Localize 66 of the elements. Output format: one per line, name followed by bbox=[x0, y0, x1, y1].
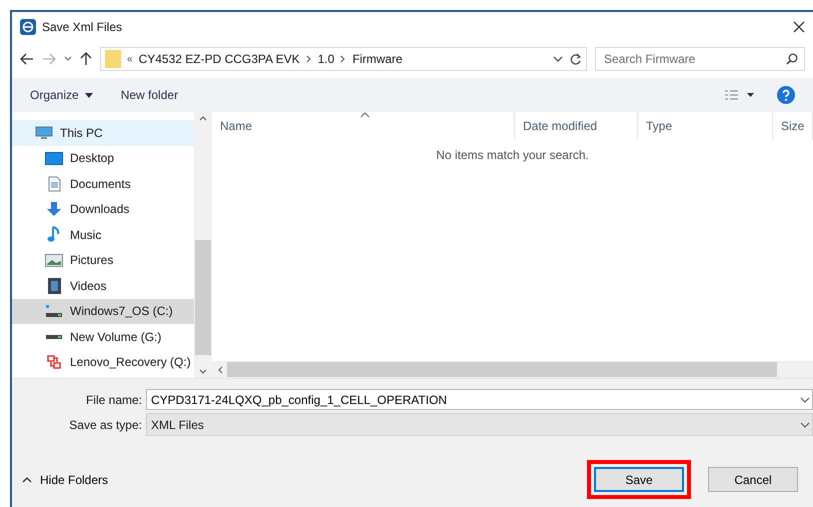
sidebar-item[interactable]: Videos bbox=[12, 273, 194, 298]
down-arrow-icon bbox=[46, 201, 62, 218]
scrollbar[interactable] bbox=[194, 112, 212, 378]
sidebar-item[interactable]: Windows7_OS (C:) bbox=[12, 298, 194, 324]
dialog-button[interactable]: Save bbox=[594, 467, 684, 492]
app-icon bbox=[20, 19, 36, 35]
document-icon bbox=[48, 176, 60, 192]
column-header[interactable]: Date modified bbox=[515, 112, 638, 140]
scrollbar[interactable] bbox=[212, 361, 813, 378]
column-header[interactable]: Type bbox=[638, 112, 773, 140]
chevron-down-icon[interactable] bbox=[553, 56, 563, 62]
scroll-down-icon[interactable] bbox=[199, 369, 207, 374]
chevron-up-icon bbox=[22, 476, 32, 482]
help-icon[interactable] bbox=[777, 86, 795, 104]
chevron-down-icon[interactable] bbox=[64, 56, 72, 62]
sidebar-item[interactable]: Documents bbox=[12, 171, 194, 196]
back-arrow-icon[interactable] bbox=[20, 53, 34, 65]
refresh-icon[interactable] bbox=[569, 52, 582, 66]
chevron-down-icon[interactable] bbox=[800, 397, 810, 403]
search-icon bbox=[786, 53, 798, 65]
address-bar[interactable]: « CY4532 EZ-PD CCG3PA EVK 1.0 Firmware bbox=[100, 47, 587, 71]
sidebar-item[interactable]: Downloads bbox=[12, 196, 194, 222]
scrollbar-thumb[interactable] bbox=[195, 240, 211, 355]
organize-menu[interactable]: Organize bbox=[30, 88, 93, 102]
scrollbar-thumb[interactable] bbox=[227, 362, 777, 377]
chevron-down-icon bbox=[800, 422, 810, 428]
new-folder-button[interactable]: New folder bbox=[120, 88, 178, 102]
field-label: Save as type: bbox=[68, 418, 143, 432]
sidebar-item[interactable]: Desktop bbox=[12, 146, 194, 171]
drive-icon bbox=[45, 334, 63, 340]
caret-icon bbox=[84, 92, 93, 98]
sidebar-item[interactable]: Pictures bbox=[12, 248, 194, 273]
search-field[interactable]: Search Firmware bbox=[595, 47, 805, 71]
sidebar-item[interactable]: New Volume (G:) bbox=[12, 324, 194, 350]
column-header[interactable]: Name bbox=[212, 112, 515, 140]
chevron-right-icon[interactable] bbox=[340, 55, 346, 63]
recovery-icon bbox=[46, 354, 62, 370]
file-name-field[interactable]: CYPD3171-24LQXQ_pb_config_1_CELL_OPERATION bbox=[146, 389, 813, 410]
column-header[interactable]: Size bbox=[773, 112, 813, 140]
breadcrumb-item[interactable]: Firmware bbox=[352, 52, 402, 66]
chevron-right-icon[interactable] bbox=[306, 55, 312, 63]
sidebar-item[interactable]: Music bbox=[12, 222, 194, 248]
breadcrumb-item[interactable]: 1.0 bbox=[318, 52, 334, 66]
folder-icon bbox=[105, 50, 121, 68]
close-icon[interactable] bbox=[793, 21, 805, 33]
music-note-icon bbox=[47, 226, 61, 244]
window-title: Save Xml Files bbox=[42, 20, 122, 34]
field-label: File name: bbox=[84, 392, 143, 406]
up-arrow-icon[interactable] bbox=[80, 52, 92, 66]
drive-icon bbox=[45, 304, 63, 318]
dialog-button[interactable]: Cancel bbox=[708, 467, 798, 492]
file-type-dropdown[interactable]: XML Files bbox=[146, 413, 813, 436]
breadcrumb-item[interactable]: CY4532 EZ-PD CCG3PA EVK bbox=[138, 52, 300, 66]
overflow-chevron[interactable]: « bbox=[127, 54, 133, 64]
computer-icon bbox=[35, 126, 53, 140]
view-options-icon[interactable] bbox=[725, 90, 755, 100]
empty-message: No items match your search. bbox=[436, 148, 589, 162]
scroll-up-icon[interactable] bbox=[199, 116, 207, 121]
sidebar-item[interactable]: Lenovo_Recovery (Q:) bbox=[12, 350, 194, 375]
sort-caret-icon bbox=[360, 112, 370, 118]
landscape-icon bbox=[45, 254, 63, 267]
sidebar-item[interactable]: This PC bbox=[12, 120, 194, 146]
hide-folders-button[interactable]: Hide Folders bbox=[22, 472, 108, 486]
film-icon bbox=[48, 278, 60, 294]
scroll-left-icon[interactable] bbox=[218, 366, 223, 374]
desktop-icon bbox=[45, 152, 63, 165]
